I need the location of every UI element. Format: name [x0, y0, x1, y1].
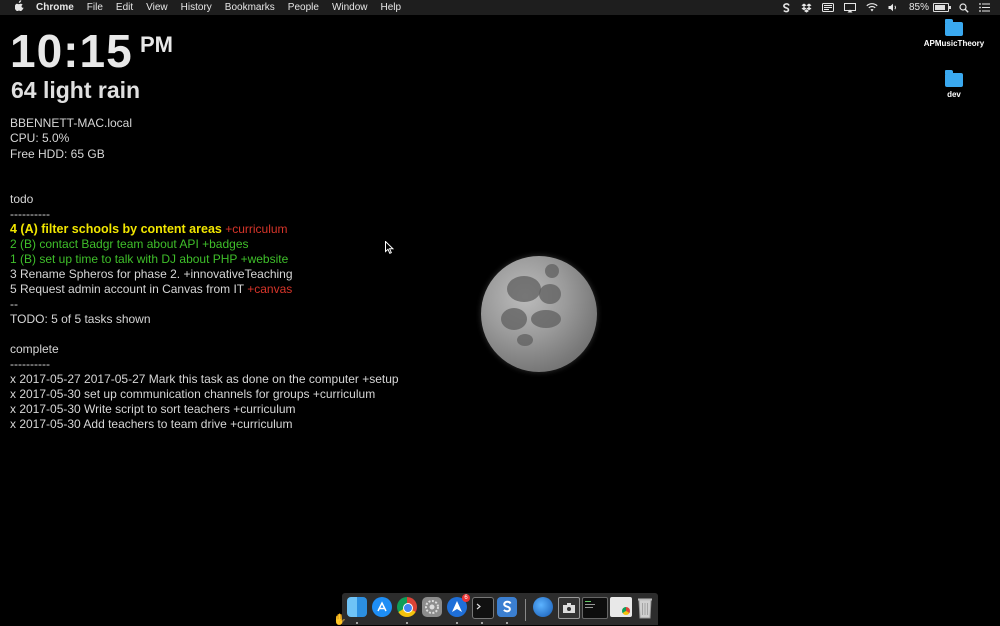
terminal-icon[interactable] — [472, 597, 494, 619]
notification-badge: 6 — [462, 594, 470, 602]
running-indicator — [456, 622, 458, 624]
menu-people[interactable]: People — [288, 0, 319, 15]
moon-mare — [517, 334, 533, 346]
moon-mare — [539, 284, 561, 304]
complete-divider: ---------- — [10, 357, 50, 371]
todo-task-text: 1 (B) set up time to talk with DJ about … — [10, 252, 238, 266]
battery-percent[interactable]: 85% — [909, 0, 929, 15]
spotlight-search-icon[interactable] — [959, 2, 969, 13]
menu-edit[interactable]: Edit — [116, 0, 133, 15]
battery-level-fill — [935, 5, 946, 10]
simplenote-icon[interactable] — [497, 597, 517, 617]
todo-task-text: 5 Request admin account in Canvas from I… — [10, 282, 244, 296]
todo-summary: TODO: 5 of 5 tasks shown — [10, 312, 151, 326]
todo-divider: ---------- — [10, 207, 50, 221]
completed-task: x 2017-05-30 Add teachers to team drive … — [10, 417, 293, 431]
system-info-widget: BBENNETT-MAC.local CPU: 5.0% Free HDD: 6… — [10, 116, 132, 162]
chrome-window-icon[interactable] — [610, 597, 632, 617]
desktop-folder-apmusictheory[interactable]: APMusicTheory — [914, 19, 994, 48]
todo-task: 2 (B) contact Badgr team about API +badg… — [10, 237, 399, 252]
running-indicator — [481, 622, 483, 624]
todo-task-tag: +badges — [202, 237, 249, 251]
todo-task-tag: +curriculum — [225, 222, 288, 236]
menu-bookmarks[interactable]: Bookmarks — [225, 0, 275, 15]
menu-window[interactable]: Window — [332, 0, 368, 15]
wifi-icon[interactable] — [866, 3, 878, 12]
todo-end-marker: -- — [10, 297, 18, 311]
completed-task: x 2017-05-30 set up communication channe… — [10, 387, 376, 401]
apple-menu-icon[interactable] — [12, 0, 26, 16]
menu-chrome[interactable]: Chrome — [36, 0, 74, 15]
menu-bar: Chrome File Edit View History Bookmarks … — [0, 0, 1000, 15]
todo-header: todo — [10, 192, 34, 206]
running-indicator — [356, 622, 358, 624]
clock-ampm: PM — [140, 32, 173, 57]
app-store-icon[interactable] — [372, 597, 392, 617]
notification-center-icon[interactable] — [979, 3, 990, 12]
mouse-cursor-icon — [385, 241, 394, 254]
free-disk-space: Free HDD: 65 GB — [10, 146, 105, 161]
moon-mare — [545, 264, 559, 278]
moon-wallpaper-image — [481, 256, 597, 372]
network-globe-icon[interactable] — [533, 597, 553, 617]
folder-icon — [945, 19, 963, 36]
completed-task: x 2017-05-27 2017-05-27 Mark this task a… — [10, 372, 399, 386]
running-indicator — [406, 622, 408, 624]
clock-time: 10:15 — [10, 25, 133, 77]
finder-icon[interactable] — [347, 597, 367, 617]
clock-widget: 10:15 PM — [10, 25, 173, 77]
airplay-icon[interactable] — [843, 2, 856, 13]
cpu-usage: CPU: 5.0% — [10, 131, 70, 146]
desktop-folder-dev[interactable]: dev — [914, 70, 994, 99]
todo-task-tag: +canvas — [247, 282, 293, 296]
menu-extra-icon[interactable] — [821, 3, 834, 12]
system-preferences-icon[interactable] — [422, 597, 442, 617]
hostname: BBENNETT-MAC.local — [10, 116, 133, 130]
todo-task: 3 Rename Spheros for phase 2. +innovativ… — [10, 267, 399, 282]
complete-header: complete — [10, 342, 59, 356]
todo-widget: todo ---------- 4 (A) filter schools by … — [10, 192, 399, 432]
todo-task: 4 (A) filter schools by content areas +c… — [10, 222, 399, 237]
dock: 6 — [342, 593, 658, 625]
dock-separator — [525, 599, 526, 621]
todo-task-tag: +innovativeTeaching — [183, 267, 293, 281]
moon-mare — [501, 308, 527, 330]
todo-task: 1 (B) set up time to talk with DJ about … — [10, 252, 399, 267]
simplenote-status-icon[interactable] — [782, 2, 791, 13]
moon-mare — [531, 310, 561, 328]
todo-task-text: 3 Rename Spheros for phase 2. — [10, 267, 181, 281]
volume-icon[interactable] — [888, 3, 899, 12]
weather-text: 64 light rain — [11, 77, 141, 103]
menu-view[interactable]: View — [146, 0, 168, 15]
menu-help[interactable]: Help — [381, 0, 402, 15]
todo-task: 5 Request admin account in Canvas from I… — [10, 282, 399, 297]
app-menus: Chrome File Edit View History Bookmarks … — [36, 0, 414, 15]
todo-task-text: 2 (B) contact Badgr team about API — [10, 237, 199, 251]
running-indicator — [506, 622, 508, 624]
chrome-center — [403, 603, 413, 613]
menu-file[interactable]: File — [87, 0, 103, 15]
todo-task-text: 4 (A) filter schools by content areas — [10, 222, 222, 236]
desktop-icon-label: dev — [947, 90, 961, 99]
folder-icon — [945, 70, 963, 87]
airmail-icon[interactable]: 6 — [447, 594, 470, 617]
chrome-mini-icon — [622, 607, 630, 615]
status-menu-area: 85% — [782, 0, 1000, 15]
screenshot-folder-icon[interactable] — [558, 597, 580, 619]
completed-task: x 2017-05-30 Write script to sort teache… — [10, 402, 296, 416]
console-window-icon[interactable] — [582, 597, 608, 619]
chrome-icon[interactable] — [397, 597, 417, 617]
desktop-icon-label: APMusicTheory — [923, 39, 985, 48]
menu-history[interactable]: History — [181, 0, 212, 15]
todo-task-tag: +website — [240, 252, 289, 266]
battery-icon[interactable] — [933, 3, 951, 12]
dropbox-icon[interactable] — [801, 3, 812, 13]
moon-mare — [507, 276, 541, 302]
trash-icon[interactable] — [635, 597, 655, 619]
